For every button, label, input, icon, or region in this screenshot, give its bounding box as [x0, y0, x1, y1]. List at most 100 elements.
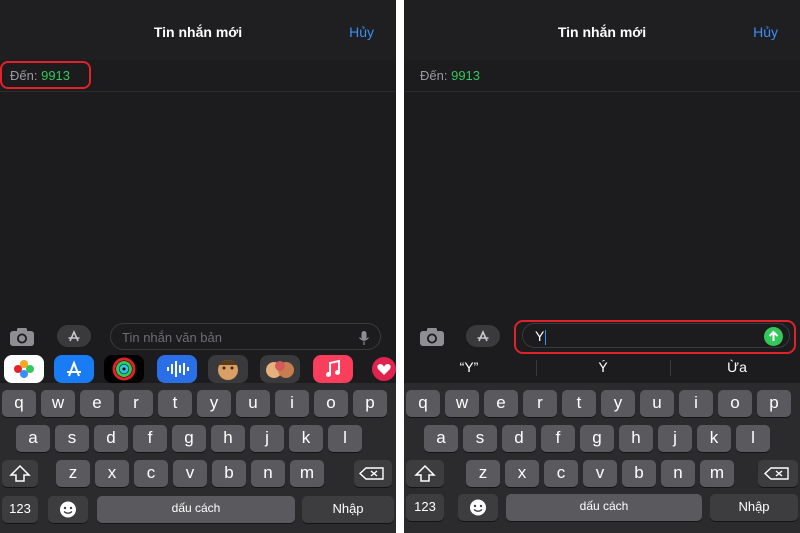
key-u[interactable]: u	[640, 390, 674, 417]
key-h[interactable]: h	[619, 425, 653, 452]
app-store-icon[interactable]	[54, 355, 94, 383]
key-k[interactable]: k	[697, 425, 731, 452]
key-a[interactable]: a	[16, 425, 50, 452]
key-t[interactable]: t	[158, 390, 192, 417]
key-b[interactable]: b	[212, 460, 246, 487]
key-v[interactable]: v	[583, 460, 617, 487]
recipient-field[interactable]: Đến: 9913	[420, 68, 480, 83]
recipient-row[interactable]: Đến: 9913	[404, 60, 800, 92]
shift-key[interactable]	[406, 460, 444, 487]
key-x[interactable]: x	[505, 460, 539, 487]
key-l[interactable]: l	[328, 425, 362, 452]
delete-key[interactable]	[758, 460, 798, 487]
key-g[interactable]: g	[580, 425, 614, 452]
return-key[interactable]: Nhập	[302, 496, 394, 523]
key-y[interactable]: y	[197, 390, 231, 417]
delete-key[interactable]	[354, 460, 392, 487]
app-store-button[interactable]	[466, 325, 500, 347]
key-d[interactable]: d	[502, 425, 536, 452]
cancel-button[interactable]: Hủy	[753, 24, 778, 40]
page-title: Tin nhắn mới	[153, 24, 243, 40]
recipient-value[interactable]: 9913	[451, 68, 480, 83]
camera-icon[interactable]	[418, 327, 446, 347]
key-i[interactable]: i	[679, 390, 713, 417]
backspace-icon	[763, 467, 789, 480]
activity-icon[interactable]	[104, 355, 144, 383]
header: Tin nhắn mới Hủy	[0, 0, 396, 60]
key-j[interactable]: j	[658, 425, 692, 452]
numbers-key[interactable]: 123	[406, 494, 444, 521]
key-x[interactable]: x	[95, 460, 129, 487]
return-key[interactable]: Nhập	[710, 494, 798, 521]
app-store-button[interactable]	[57, 325, 91, 347]
key-e[interactable]: e	[80, 390, 114, 417]
emoji-icon	[470, 499, 486, 516]
shift-key[interactable]	[2, 460, 38, 487]
camera-icon[interactable]	[8, 327, 36, 347]
divider	[396, 0, 404, 533]
emoji-key[interactable]	[48, 496, 88, 523]
to-label: Đến:	[420, 68, 448, 83]
key-a[interactable]: a	[424, 425, 458, 452]
key-o[interactable]: o	[314, 390, 348, 417]
key-n[interactable]: n	[661, 460, 695, 487]
key-k[interactable]: k	[289, 425, 323, 452]
keyboard: q w e r t y u i o p a s d f g h j k l z …	[404, 383, 800, 533]
suggestion-item[interactable]: Ừa	[672, 359, 800, 375]
key-c[interactable]: c	[134, 460, 168, 487]
key-s[interactable]: s	[55, 425, 89, 452]
message-area	[0, 93, 396, 319]
key-f[interactable]: f	[133, 425, 167, 452]
key-j[interactable]: j	[250, 425, 284, 452]
app-strip	[0, 353, 396, 383]
space-key[interactable]: dấu cách	[506, 494, 702, 521]
emoji-icon	[60, 501, 76, 518]
memoji-group-icon[interactable]	[260, 355, 300, 383]
key-l[interactable]: l	[736, 425, 770, 452]
key-q[interactable]: q	[406, 390, 440, 417]
key-h[interactable]: h	[211, 425, 245, 452]
key-p[interactable]: p	[353, 390, 387, 417]
key-r[interactable]: r	[119, 390, 153, 417]
key-s[interactable]: s	[463, 425, 497, 452]
music-icon[interactable]	[313, 355, 353, 383]
key-g[interactable]: g	[172, 425, 206, 452]
audio-icon[interactable]	[157, 355, 197, 383]
key-t[interactable]: t	[562, 390, 596, 417]
key-o[interactable]: o	[718, 390, 752, 417]
key-w[interactable]: w	[445, 390, 479, 417]
emoji-key[interactable]	[458, 494, 498, 521]
key-b[interactable]: b	[622, 460, 656, 487]
memoji-icon[interactable]	[208, 355, 248, 383]
numbers-key[interactable]: 123	[2, 496, 38, 523]
message-input[interactable]: Tin nhắn văn bản	[110, 323, 381, 350]
left-screen: Tin nhắn mới Hủy Đến: 9913 Tin nhắn văn …	[0, 0, 396, 533]
photos-icon[interactable]	[4, 355, 44, 383]
key-y[interactable]: y	[601, 390, 635, 417]
key-d[interactable]: d	[94, 425, 128, 452]
key-z[interactable]: z	[56, 460, 90, 487]
microphone-icon[interactable]	[358, 330, 370, 346]
key-p[interactable]: p	[757, 390, 791, 417]
suggestion-item[interactable]: “Y”	[404, 359, 534, 375]
key-e[interactable]: e	[484, 390, 518, 417]
key-z[interactable]: z	[466, 460, 500, 487]
key-n[interactable]: n	[251, 460, 285, 487]
key-u[interactable]: u	[236, 390, 270, 417]
cancel-button[interactable]: Hủy	[349, 24, 374, 40]
key-v[interactable]: v	[173, 460, 207, 487]
space-key[interactable]: dấu cách	[97, 496, 295, 523]
suggestion-bar: “Y” Ý Ừa	[404, 353, 800, 383]
key-w[interactable]: w	[41, 390, 75, 417]
input-bar: Tin nhắn văn bản	[0, 319, 396, 353]
heart-icon[interactable]	[364, 355, 396, 383]
key-f[interactable]: f	[541, 425, 575, 452]
key-m[interactable]: m	[700, 460, 734, 487]
key-m[interactable]: m	[290, 460, 324, 487]
suggestion-item[interactable]: Ý	[538, 359, 668, 375]
backspace-icon	[358, 467, 384, 480]
key-q[interactable]: q	[2, 390, 36, 417]
key-c[interactable]: c	[544, 460, 578, 487]
key-r[interactable]: r	[523, 390, 557, 417]
key-i[interactable]: i	[275, 390, 309, 417]
